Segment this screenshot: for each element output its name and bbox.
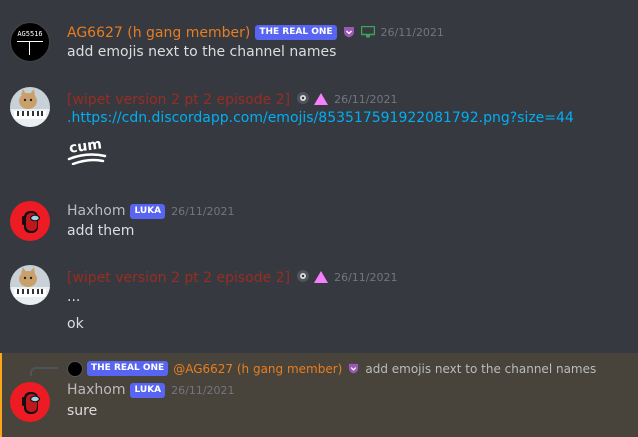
shield-icon [348, 359, 359, 378]
message-text: ok [67, 316, 84, 332]
username[interactable]: AG6627 (h gang member) [67, 25, 250, 41]
triangle-icon [314, 268, 329, 287]
desktop-icon [360, 23, 375, 42]
avatar[interactable] [10, 382, 50, 422]
timestamp: 26/11/2021 [334, 271, 398, 284]
avatar-label: AG5516 [17, 30, 43, 38]
message-text: add emojis next to the channel names [67, 44, 337, 60]
avatar[interactable] [10, 265, 50, 305]
reply-content: add emojis next to the channel names [365, 361, 597, 376]
timestamp: 26/11/2021 [171, 204, 235, 218]
timestamp: 26/11/2021 [334, 93, 398, 106]
username[interactable]: Haxhom [67, 382, 125, 398]
reply-preview[interactable]: THE REAL ONE @AG6627 (h gang member) add… [67, 359, 596, 378]
message-text: sure [67, 403, 98, 419]
username[interactable]: [wipet version 2 pt 2 episode 2] [67, 92, 290, 108]
badge-icon [296, 90, 310, 109]
username[interactable]: Haxhom [67, 203, 125, 219]
role-tag: THE REAL ONE [255, 25, 337, 40]
reply-connector [30, 367, 58, 376]
avatar[interactable] [10, 87, 50, 127]
timestamp: 26/11/2021 [380, 26, 444, 39]
reply-username[interactable]: @AG6627 (h gang member) [173, 362, 342, 376]
message-text: ... [67, 289, 81, 305]
avatar[interactable]: AG5516 [10, 22, 50, 62]
shield-icon [343, 23, 355, 42]
role-tag: LUKA [130, 203, 166, 219]
emoji-image: cum [67, 136, 109, 167]
badge-icon [296, 268, 310, 287]
link[interactable]: .https://cdn.discordapp.com/emojis/85351… [67, 110, 574, 126]
role-tag: LUKA [130, 382, 166, 398]
username[interactable]: [wipet version 2 pt 2 episode 2] [67, 270, 290, 286]
reply-role-tag: THE REAL ONE [87, 361, 169, 376]
triangle-icon [314, 90, 329, 109]
message-text: add them [67, 223, 135, 239]
timestamp: 26/11/2021 [171, 383, 235, 397]
avatar[interactable] [10, 201, 50, 241]
reply-avatar [67, 360, 83, 377]
